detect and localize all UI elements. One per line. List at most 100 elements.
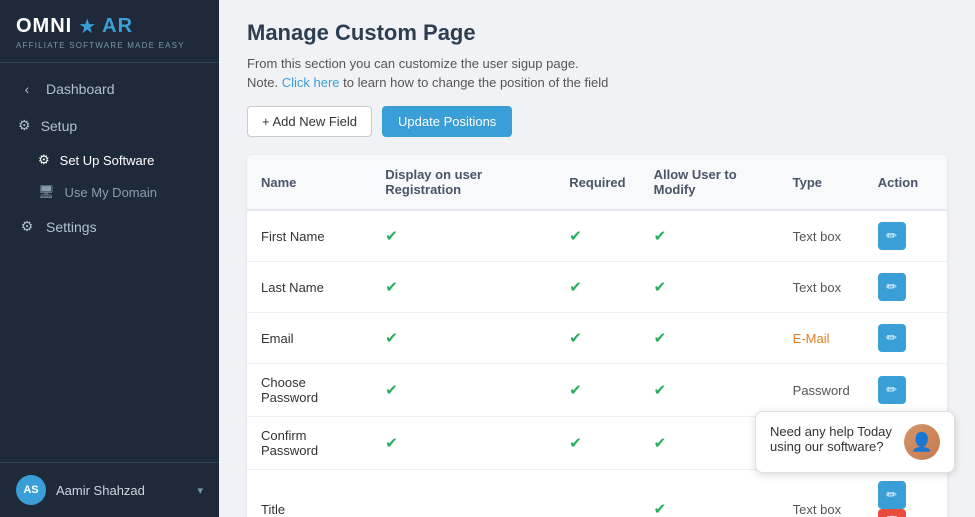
check-icon: ✔ xyxy=(654,279,667,296)
sidebar-item-use-my-domain[interactable]: 🖥 Use My Domain xyxy=(0,176,219,208)
check-icon: ✔ xyxy=(569,382,582,399)
check-icon: ✔ xyxy=(654,330,667,347)
sidebar-nav: ‹ Dashboard ⚙ Setup ⚙ Set Up Software 🖥 … xyxy=(0,63,219,462)
cell-allow-modify: ✔ xyxy=(640,364,779,417)
check-icon: ✔ xyxy=(654,228,667,245)
col-required: Required xyxy=(555,155,639,210)
user-name: Aamir Shahzad xyxy=(56,483,145,498)
table-row: Last Name✔✔✔Text box✏ xyxy=(247,262,947,313)
type-value: Password xyxy=(793,383,850,398)
check-icon: ✔ xyxy=(654,382,667,399)
table-row: Choose Password ✔ ✔ ✔ Password ✏ xyxy=(247,364,947,417)
setup-software-icon: ⚙ xyxy=(38,152,50,168)
type-value: Text box xyxy=(793,502,841,517)
cell-required: ✔ xyxy=(555,210,639,262)
cell-display: ✔ xyxy=(371,210,555,262)
table-row: Email ✔ ✔ ✔ E-Mail ✏ xyxy=(247,313,947,364)
sidebar-item-settings[interactable]: ⚙ Settings xyxy=(0,208,219,245)
cell-name: Choose Password xyxy=(247,364,371,417)
note-prefix: Note. xyxy=(247,75,278,90)
logo-tagline: AFFILIATE SOFTWARE MADE EASY xyxy=(16,41,203,50)
cell-required xyxy=(555,470,639,517)
check-icon: ✔ xyxy=(569,435,582,452)
cell-type: Text box xyxy=(779,262,864,313)
page-note: Note. Click here to learn how to change … xyxy=(247,75,947,90)
cell-required: ✔ xyxy=(555,364,639,417)
col-display: Display on user Registration xyxy=(371,155,555,210)
cell-required: ✔ xyxy=(555,417,639,470)
type-value: E-Mail xyxy=(793,331,830,346)
check-icon: ✔ xyxy=(569,330,582,347)
setup-icon: ⚙ xyxy=(18,117,31,134)
sidebar: OMNI ★ AR AFFILIATE SOFTWARE MADE EASY ‹… xyxy=(0,0,219,517)
cell-display xyxy=(371,470,555,517)
cell-action: ✏ xyxy=(864,364,947,417)
domain-icon: 🖥 xyxy=(38,184,55,200)
edit-button[interactable]: ✏ xyxy=(878,376,906,404)
cell-type: Text box xyxy=(779,210,864,262)
check-icon: ✔ xyxy=(385,382,398,399)
cell-name: Title xyxy=(247,470,371,517)
cell-display: ✔ xyxy=(371,313,555,364)
update-positions-button[interactable]: Update Positions xyxy=(382,106,512,137)
page-description: From this section you can customize the … xyxy=(247,56,947,71)
cell-name: Email xyxy=(247,313,371,364)
chat-message: Need any help Today using our software? xyxy=(770,424,892,454)
chat-bubble: Need any help Today using our software? … xyxy=(755,411,955,473)
dashboard-icon: ‹ xyxy=(18,81,36,97)
check-icon: ✔ xyxy=(569,228,582,245)
sidebar-setup-software-label: Set Up Software xyxy=(60,153,155,168)
table-header-row: Name Display on user Registration Requir… xyxy=(247,155,947,210)
user-footer[interactable]: AS Aamir Shahzad ▾ xyxy=(0,462,219,517)
cell-name: Confirm Password xyxy=(247,417,371,470)
cell-allow-modify: ✔ xyxy=(640,262,779,313)
cell-type: Text box xyxy=(779,470,864,517)
cell-name: Last Name xyxy=(247,262,371,313)
check-icon: ✔ xyxy=(385,330,398,347)
col-allow-modify: Allow User to Modify xyxy=(640,155,779,210)
check-icon: ✔ xyxy=(385,228,398,245)
cell-action: ✏ xyxy=(864,313,947,364)
edit-button[interactable]: ✏ xyxy=(878,324,906,352)
col-action: Action xyxy=(864,155,947,210)
delete-button[interactable]: 🗑 xyxy=(878,509,906,517)
cell-type: E-Mail xyxy=(779,313,864,364)
avatar: AS xyxy=(16,475,46,505)
cell-display: ✔ xyxy=(371,262,555,313)
col-name: Name xyxy=(247,155,371,210)
edit-button[interactable]: ✏ xyxy=(878,273,906,301)
chat-avatar: 👤 xyxy=(904,424,940,460)
edit-button[interactable]: ✏ xyxy=(878,481,906,509)
sidebar-item-setup-header[interactable]: ⚙ Setup xyxy=(0,107,219,144)
table-row: First Name ✔ ✔ ✔ Text box ✏ xyxy=(247,210,947,262)
cell-allow-modify: ✔ xyxy=(640,313,779,364)
check-icon: ✔ xyxy=(385,435,398,452)
cell-name: First Name xyxy=(247,210,371,262)
cell-action: ✏ xyxy=(864,262,947,313)
sidebar-item-dashboard[interactable]: ‹ Dashboard xyxy=(0,71,219,107)
cell-action: ✏🗑 xyxy=(864,470,947,517)
edit-button[interactable]: ✏ xyxy=(878,222,906,250)
sidebar-dashboard-label: Dashboard xyxy=(46,81,115,97)
logo-name: OMNI xyxy=(16,15,72,38)
cell-allow-modify: ✔ xyxy=(640,470,779,517)
cell-display: ✔ xyxy=(371,364,555,417)
cell-required: ✔ xyxy=(555,313,639,364)
check-icon: ✔ xyxy=(654,501,667,517)
type-value: Text box xyxy=(793,280,841,295)
check-icon: ✔ xyxy=(385,279,398,296)
chevron-down-icon: ▾ xyxy=(197,484,203,497)
cell-allow-modify: ✔ xyxy=(640,210,779,262)
col-type: Type xyxy=(779,155,864,210)
click-here-link[interactable]: Click here xyxy=(282,75,340,90)
settings-icon: ⚙ xyxy=(18,218,36,235)
sidebar-settings-label: Settings xyxy=(46,219,97,235)
cell-type: Password xyxy=(779,364,864,417)
sidebar-item-setup-software[interactable]: ⚙ Set Up Software xyxy=(0,144,219,176)
logo-star: ★ xyxy=(78,14,96,39)
check-icon: ✔ xyxy=(654,435,667,452)
logo-area: OMNI ★ AR AFFILIATE SOFTWARE MADE EASY xyxy=(0,0,219,63)
page-title: Manage Custom Page xyxy=(247,20,947,46)
add-new-field-button[interactable]: + Add New Field xyxy=(247,106,372,137)
sidebar-use-my-domain-label: Use My Domain xyxy=(65,185,157,200)
